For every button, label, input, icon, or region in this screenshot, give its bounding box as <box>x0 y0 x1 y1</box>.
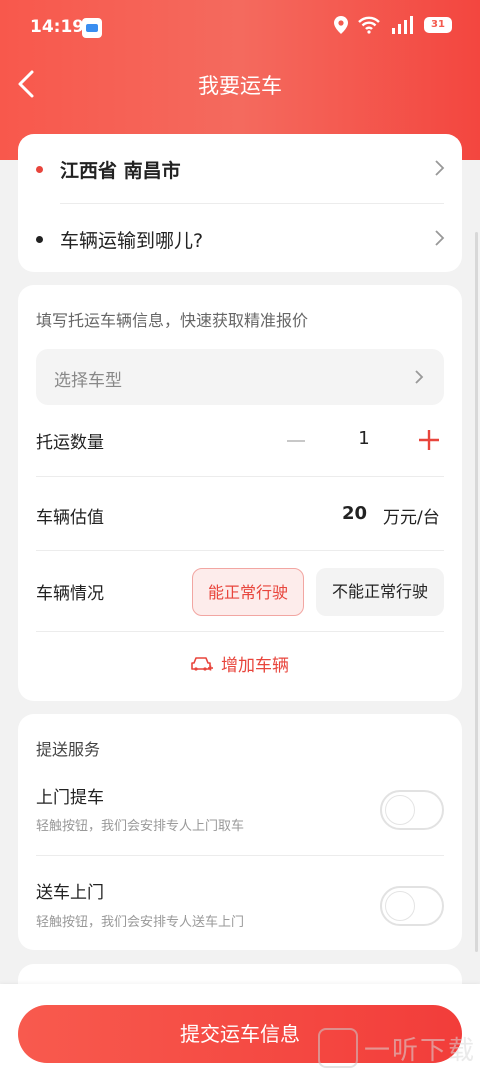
add-car-icon <box>191 656 213 671</box>
condition-label: 车辆情况 <box>36 584 104 604</box>
value-label: 车辆估值 <box>36 508 104 528</box>
chevron-right-icon <box>415 370 424 384</box>
delivery-service-card: 提送服务 上门提车 轻触按钮，我们会安排专人上门取车 送车上门 轻触按钮，我们会… <box>18 714 462 950</box>
vehicle-info-card: 填写托运车辆信息，快速获取精准报价 选择车型 托运数量 1 车辆估值 20 万元… <box>18 285 462 701</box>
delivery-service-desc: 轻触按钮，我们会安排专人送车上门 <box>36 915 245 930</box>
toggle-knob <box>385 795 415 825</box>
value-input[interactable]: 20 <box>342 503 367 524</box>
divider <box>36 476 444 477</box>
watermark-text: 一听下载 <box>364 1035 477 1066</box>
vehicle-type-select[interactable]: 选择车型 <box>36 349 444 405</box>
origin-text: 江西省 南昌市 <box>60 160 181 182</box>
origin-row[interactable]: 江西省 南昌市 <box>18 134 462 202</box>
origin-dot <box>36 166 43 173</box>
condition-drivable-button[interactable]: 能正常行驶 <box>192 568 304 616</box>
pickup-toggle[interactable] <box>380 790 444 830</box>
pickup-service-name: 上门提车 <box>36 788 104 808</box>
app-notification-icon <box>82 18 102 38</box>
watermark-logo-icon <box>318 1028 358 1068</box>
route-card: 江西省 南昌市 车辆运输到哪儿? <box>18 134 462 272</box>
divider <box>36 550 444 551</box>
nav-bar: 我要运车 <box>0 56 480 112</box>
service-title: 提送服务 <box>36 740 101 759</box>
signal-icon <box>392 16 413 34</box>
value-unit: 万元/台 <box>383 508 440 528</box>
plus-icon[interactable] <box>418 429 440 451</box>
vehicle-info-hint: 填写托运车辆信息，快速获取精准报价 <box>36 311 309 330</box>
minus-icon[interactable] <box>286 431 306 451</box>
location-icon <box>334 16 348 34</box>
status-time: 14:19 <box>30 17 85 37</box>
quantity-value[interactable]: 1 <box>354 428 374 449</box>
add-vehicle-label: 增加车辆 <box>221 656 289 676</box>
battery-icon: 31 <box>424 17 452 33</box>
status-bar: 14:19 31 <box>0 0 480 56</box>
add-vehicle-button[interactable]: 增加车辆 <box>18 651 462 681</box>
chevron-right-icon <box>435 160 445 176</box>
wifi-icon <box>358 16 380 34</box>
delivery-toggle[interactable] <box>380 886 444 926</box>
destination-text: 车辆运输到哪儿? <box>60 230 204 252</box>
divider <box>36 631 444 632</box>
quantity-label: 托运数量 <box>36 433 104 453</box>
delivery-service-name: 送车上门 <box>36 883 104 903</box>
vehicle-type-placeholder: 选择车型 <box>54 371 122 391</box>
destination-row[interactable]: 车辆运输到哪儿? <box>18 204 462 272</box>
divider <box>36 855 444 856</box>
watermark: 一听下载 <box>318 1028 476 1068</box>
destination-dot <box>36 236 43 243</box>
pickup-service-desc: 轻触按钮，我们会安排专人上门取车 <box>36 819 245 834</box>
chevron-right-icon <box>435 230 445 246</box>
condition-not-drivable-button[interactable]: 不能正常行驶 <box>316 568 444 616</box>
toggle-knob <box>385 891 415 921</box>
page-title: 我要运车 <box>198 74 282 98</box>
scrollbar[interactable] <box>475 232 478 952</box>
